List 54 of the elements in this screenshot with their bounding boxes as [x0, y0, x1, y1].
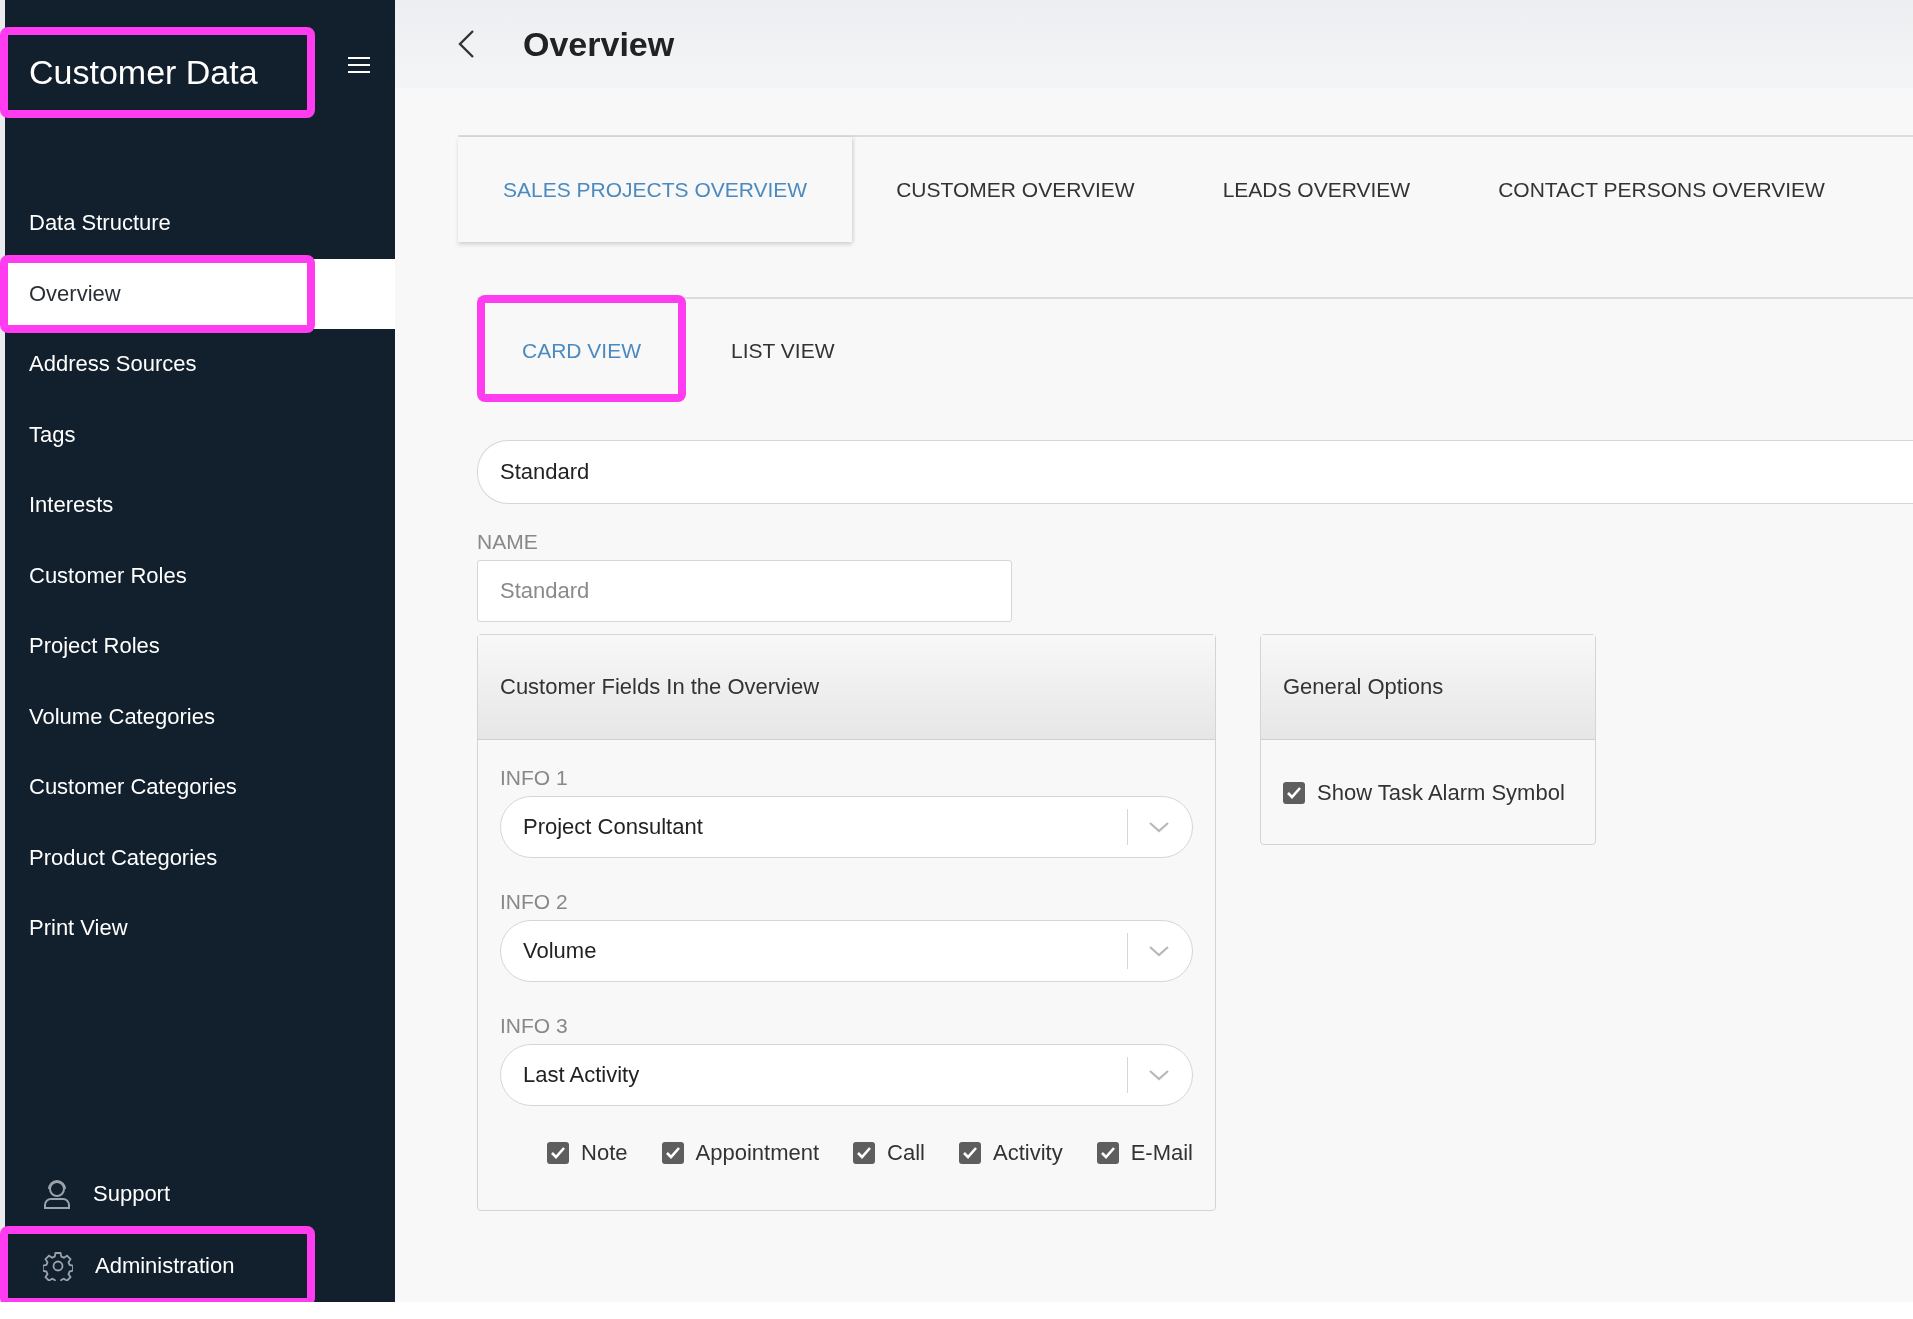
checkbox-label: E-Mail: [1130, 1140, 1193, 1166]
settings-icon: [43, 1251, 73, 1281]
sidebar-item[interactable]: Address Sources: [5, 329, 395, 400]
back-icon[interactable]: [457, 29, 475, 59]
checkbox-label: Appointment: [695, 1140, 820, 1166]
tab[interactable]: LEADS OVERVIEW: [1178, 137, 1455, 242]
sidebar-item[interactable]: Volume Categories: [5, 681, 395, 752]
card-header: General Options: [1261, 635, 1595, 740]
sidebar-item[interactable]: Data Structure: [5, 188, 395, 259]
checkmark-icon: [961, 1146, 978, 1160]
sidebar-item[interactable]: Customer Categories: [5, 752, 395, 823]
sidebar-footer-link[interactable]: Support: [93, 1181, 171, 1207]
sidebar-item[interactable]: Interests: [5, 470, 395, 541]
app-title: Customer Data: [29, 53, 258, 92]
sidebar-footer-link[interactable]: Administration: [95, 1253, 235, 1279]
field-label: INFO 2: [500, 890, 569, 914]
name-input[interactable]: Standard: [477, 560, 1012, 622]
sidebar-item[interactable]: Tags: [5, 399, 395, 470]
chevron-down-icon: [1148, 1069, 1170, 1081]
checkbox-label: Note: [581, 1140, 628, 1166]
checkmark-icon: [1286, 786, 1302, 800]
field-label: INFO 1: [500, 766, 569, 790]
checkbox[interactable]: [958, 1142, 981, 1164]
checkmark-icon: [1099, 1146, 1116, 1160]
sidebar-item[interactable]: Product Categories: [5, 822, 395, 893]
checkbox[interactable]: [853, 1142, 876, 1164]
tab[interactable]: CONTACT PERSONS OVERVIEW: [1454, 137, 1869, 242]
field-label: INFO 3: [500, 1014, 569, 1038]
dropdown[interactable]: Last Activity: [500, 1044, 1193, 1106]
field-label: NAME: [477, 530, 539, 554]
checkbox[interactable]: [1096, 1142, 1119, 1164]
checkbox-label: Call: [887, 1140, 925, 1166]
dropdown[interactable]: Project Consultant: [500, 796, 1193, 858]
headset-person-icon: [43, 1179, 71, 1209]
checkmark-icon: [550, 1146, 567, 1160]
checkbox-label: Show Task Alarm Symbol: [1317, 780, 1565, 806]
checkmark-icon: [856, 1146, 873, 1160]
tab[interactable]: CUSTOMER OVERVIEW: [852, 137, 1179, 242]
chevron-down-icon: [1148, 821, 1170, 833]
page-title: Overview: [523, 24, 675, 64]
view-tab[interactable]: LIST VIEW: [686, 299, 880, 402]
sidebar-item[interactable]: Project Roles: [5, 611, 395, 682]
menu-icon[interactable]: [348, 56, 370, 74]
checkbox-label: Activity: [992, 1140, 1063, 1166]
sidebar-item[interactable]: Print View: [5, 893, 395, 964]
checkmark-icon: [664, 1146, 681, 1160]
checkbox[interactable]: [1283, 782, 1305, 804]
checkbox[interactable]: [547, 1142, 570, 1164]
checkbox[interactable]: [661, 1142, 684, 1164]
chevron-down-icon: [1148, 945, 1170, 957]
sidebar-item[interactable]: Customer Roles: [5, 540, 395, 611]
card-header: Customer Fields In the Overview: [478, 635, 1215, 740]
layout-select[interactable]: Standard: [477, 440, 1913, 504]
dropdown[interactable]: Volume: [500, 920, 1193, 982]
